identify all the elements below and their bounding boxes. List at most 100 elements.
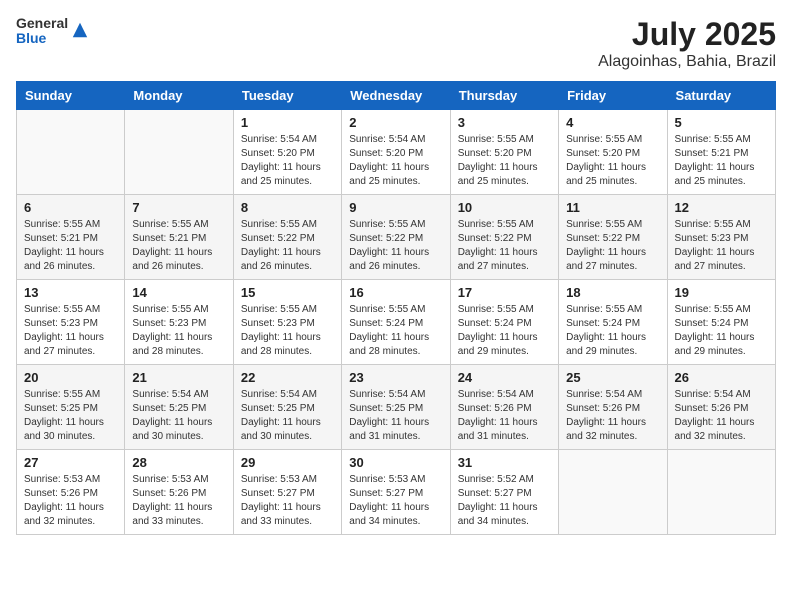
day-info: Sunrise: 5:55 AM Sunset: 5:24 PM Dayligh… bbox=[675, 303, 768, 359]
calendar-week-row: 6Sunrise: 5:55 AM Sunset: 5:21 PM Daylig… bbox=[17, 195, 776, 280]
page-header: General Blue July 2025 Alagoinhas, Bahia… bbox=[16, 16, 776, 71]
day-number: 29 bbox=[241, 455, 334, 470]
day-info: Sunrise: 5:55 AM Sunset: 5:22 PM Dayligh… bbox=[458, 218, 551, 274]
calendar-week-row: 20 Sunrise: 5:55 AM Sunset: 5:25 PM Dayli… bbox=[17, 365, 776, 450]
day-info: Sunrise: 5:54 AM Sunset: 5:25 PM Dayligh… bbox=[241, 388, 334, 444]
logo-blue: Blue bbox=[16, 31, 68, 46]
weekday-row: SundayMondayTuesdayWednesdayThursdayFrid… bbox=[17, 82, 776, 110]
calendar-cell: 25 Sunrise: 5:54 AM Sunset: 5:26 PM Dayli… bbox=[559, 365, 667, 450]
calendar-cell: 2 Sunrise: 5:54 AM Sunset: 5:20 PM Daylig… bbox=[342, 110, 450, 195]
day-number: 17 bbox=[458, 285, 551, 300]
weekday-header: Friday bbox=[559, 82, 667, 110]
day-info: Sunrise: 5:55 AM Sunset: 5:24 PM Dayligh… bbox=[349, 303, 442, 359]
calendar-cell: 21 Sunrise: 5:54 AM Sunset: 5:25 PM Dayli… bbox=[125, 365, 233, 450]
day-info: Sunrise: 5:53 AM Sunset: 5:27 PM Dayligh… bbox=[349, 473, 442, 529]
calendar-cell: 3Sunrise: 5:55 AM Sunset: 5:20 PM Daylig… bbox=[450, 110, 558, 195]
title-block: July 2025 Alagoinhas, Bahia, Brazil bbox=[598, 16, 776, 71]
weekday-header: Saturday bbox=[667, 82, 775, 110]
day-info: Sunrise: 5:53 AM Sunset: 5:26 PM Dayligh… bbox=[132, 473, 225, 529]
day-info: Sunrise: 5:55 AM Sunset: 5:22 PM Dayligh… bbox=[241, 218, 334, 274]
logo: General Blue bbox=[16, 16, 89, 47]
day-number: 13 bbox=[24, 285, 117, 300]
weekday-header: Thursday bbox=[450, 82, 558, 110]
calendar-body: 1 Sunrise: 5:54 AM Sunset: 5:20 PM Daylig… bbox=[17, 110, 776, 535]
day-info: Sunrise: 5:55 AM Sunset: 5:22 PM Dayligh… bbox=[349, 218, 442, 274]
day-number: 12 bbox=[675, 200, 768, 215]
weekday-header: Sunday bbox=[17, 82, 125, 110]
calendar-cell: 4 Sunrise: 5:55 AM Sunset: 5:20 PM Daylig… bbox=[559, 110, 667, 195]
day-number: 20 bbox=[24, 370, 117, 385]
day-number: 14 bbox=[132, 285, 225, 300]
weekday-header: Tuesday bbox=[233, 82, 341, 110]
day-number: 24 bbox=[458, 370, 551, 385]
day-info: Sunrise: 5:53 AM Sunset: 5:27 PM Dayligh… bbox=[241, 473, 334, 529]
calendar-cell: 30Sunrise: 5:53 AM Sunset: 5:27 PM Dayli… bbox=[342, 450, 450, 535]
calendar-cell: 1Sunrise: 5:54 AM Sunset: 5:20 PM Daylig… bbox=[233, 110, 341, 195]
calendar-cell: 24 Sunrise: 5:54 AM Sunset: 5:26 PM Dayli… bbox=[450, 365, 558, 450]
day-info: Sunrise: 5:55 AM Sunset: 5:23 PM Dayligh… bbox=[241, 303, 334, 359]
day-info: Sunrise: 5:55 AM Sunset: 5:23 PM Dayligh… bbox=[132, 303, 225, 359]
calendar-cell: 20 Sunrise: 5:55 AM Sunset: 5:25 PM Dayli… bbox=[17, 365, 125, 450]
day-info: Sunrise: 5:55 AM Sunset: 5:20 PM Dayligh… bbox=[566, 133, 659, 189]
day-info: Sunrise: 5:54 AM Sunset: 5:26 PM Dayligh… bbox=[566, 388, 659, 444]
calendar-cell: 29 Sunrise: 5:53 AM Sunset: 5:27 PM Dayli… bbox=[233, 450, 341, 535]
day-number: 10 bbox=[458, 200, 551, 215]
day-info: Sunrise: 5:54 AM Sunset: 5:20 PM Dayligh… bbox=[349, 133, 442, 189]
day-number: 19 bbox=[675, 285, 768, 300]
day-number: 4 bbox=[566, 115, 659, 130]
day-info: Sunrise: 5:54 AM Sunset: 5:25 PM Dayligh… bbox=[349, 388, 442, 444]
day-info: Sunrise: 5:55 AM Sunset: 5:20 PM Dayligh… bbox=[458, 133, 551, 189]
day-number: 8 bbox=[241, 200, 334, 215]
day-info: Sunrise: 5:55 AM Sunset: 5:23 PM Dayligh… bbox=[24, 303, 117, 359]
day-number: 2 bbox=[349, 115, 442, 130]
day-number: 15 bbox=[241, 285, 334, 300]
calendar-week-row: 1 Sunrise: 5:54 AM Sunset: 5:20 PM Daylig… bbox=[17, 110, 776, 195]
day-number: 18 bbox=[566, 285, 659, 300]
calendar-cell: 16Sunrise: 5:55 AM Sunset: 5:24 PM Dayli… bbox=[342, 280, 450, 365]
calendar-cell: 11 Sunrise: 5:55 AM Sunset: 5:22 PM Dayli… bbox=[559, 195, 667, 280]
day-info: Sunrise: 5:55 AM Sunset: 5:22 PM Dayligh… bbox=[566, 218, 659, 274]
calendar-cell: 28Sunrise: 5:53 AM Sunset: 5:26 PM Dayli… bbox=[125, 450, 233, 535]
calendar-cell bbox=[17, 110, 125, 195]
day-info: Sunrise: 5:54 AM Sunset: 5:26 PM Dayligh… bbox=[458, 388, 551, 444]
calendar-cell: 15 Sunrise: 5:55 AM Sunset: 5:23 PM Dayli… bbox=[233, 280, 341, 365]
calendar-cell: 31 Sunrise: 5:52 AM Sunset: 5:27 PM Dayli… bbox=[450, 450, 558, 535]
calendar-cell: 9 Sunrise: 5:55 AM Sunset: 5:22 PM Daylig… bbox=[342, 195, 450, 280]
calendar-title: July 2025 bbox=[598, 16, 776, 53]
day-info: Sunrise: 5:54 AM Sunset: 5:25 PM Dayligh… bbox=[132, 388, 225, 444]
weekday-header: Wednesday bbox=[342, 82, 450, 110]
day-number: 25 bbox=[566, 370, 659, 385]
day-info: Sunrise: 5:53 AM Sunset: 5:26 PM Dayligh… bbox=[24, 473, 117, 529]
calendar-cell: 26 Sunrise: 5:54 AM Sunset: 5:26 PM Dayli… bbox=[667, 365, 775, 450]
day-number: 9 bbox=[349, 200, 442, 215]
day-number: 27 bbox=[24, 455, 117, 470]
day-number: 21 bbox=[132, 370, 225, 385]
logo-text: General Blue bbox=[16, 16, 68, 47]
day-number: 31 bbox=[458, 455, 551, 470]
day-info: Sunrise: 5:52 AM Sunset: 5:27 PM Dayligh… bbox=[458, 473, 551, 529]
calendar-cell: 7Sunrise: 5:55 AM Sunset: 5:21 PM Daylig… bbox=[125, 195, 233, 280]
day-info: Sunrise: 5:55 AM Sunset: 5:23 PM Dayligh… bbox=[675, 218, 768, 274]
day-info: Sunrise: 5:55 AM Sunset: 5:21 PM Dayligh… bbox=[24, 218, 117, 274]
logo-icon bbox=[71, 21, 89, 39]
calendar-cell: 22Sunrise: 5:54 AM Sunset: 5:25 PM Dayli… bbox=[233, 365, 341, 450]
calendar-cell: 17Sunrise: 5:55 AM Sunset: 5:24 PM Dayli… bbox=[450, 280, 558, 365]
calendar-cell: 8 Sunrise: 5:55 AM Sunset: 5:22 PM Daylig… bbox=[233, 195, 341, 280]
day-info: Sunrise: 5:54 AM Sunset: 5:26 PM Dayligh… bbox=[675, 388, 768, 444]
calendar-subtitle: Alagoinhas, Bahia, Brazil bbox=[598, 53, 776, 71]
day-number: 11 bbox=[566, 200, 659, 215]
day-info: Sunrise: 5:55 AM Sunset: 5:25 PM Dayligh… bbox=[24, 388, 117, 444]
calendar-week-row: 27 Sunrise: 5:53 AM Sunset: 5:26 PM Dayli… bbox=[17, 450, 776, 535]
day-info: Sunrise: 5:55 AM Sunset: 5:21 PM Dayligh… bbox=[675, 133, 768, 189]
logo-general: General bbox=[16, 16, 68, 31]
calendar-table: SundayMondayTuesdayWednesdayThursdayFrid… bbox=[16, 81, 776, 535]
day-number: 7 bbox=[132, 200, 225, 215]
day-number: 5 bbox=[675, 115, 768, 130]
calendar-cell: 23Sunrise: 5:54 AM Sunset: 5:25 PM Dayli… bbox=[342, 365, 450, 450]
day-number: 1 bbox=[241, 115, 334, 130]
calendar-cell: 13 Sunrise: 5:55 AM Sunset: 5:23 PM Dayli… bbox=[17, 280, 125, 365]
weekday-header: Monday bbox=[125, 82, 233, 110]
calendar-cell: 10 Sunrise: 5:55 AM Sunset: 5:22 PM Dayli… bbox=[450, 195, 558, 280]
calendar-cell: 18Sunrise: 5:55 AM Sunset: 5:24 PM Dayli… bbox=[559, 280, 667, 365]
day-number: 26 bbox=[675, 370, 768, 385]
